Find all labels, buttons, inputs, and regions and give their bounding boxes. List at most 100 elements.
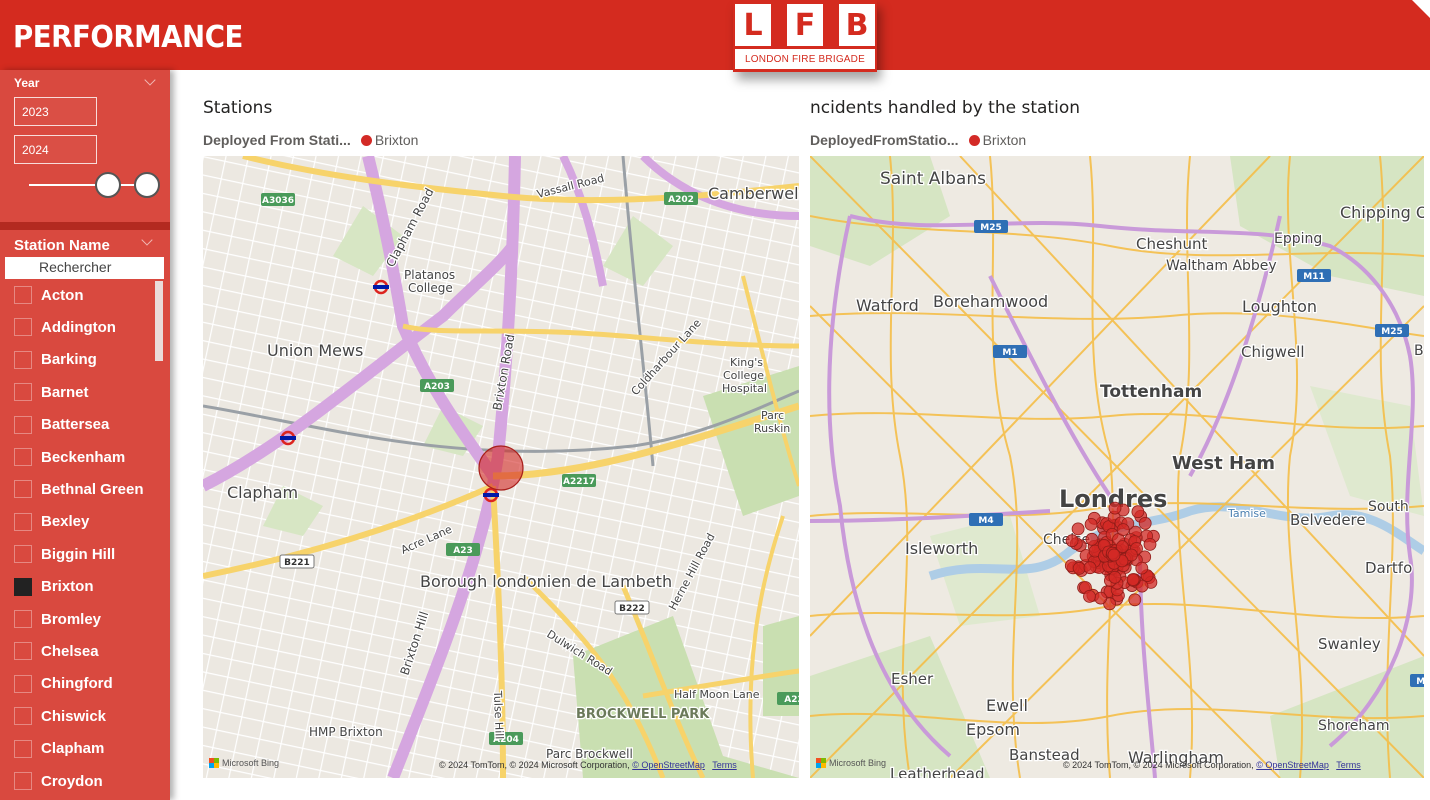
map-label-watford: Watford — [856, 296, 919, 315]
year-from-input[interactable]: 2023 — [14, 97, 97, 126]
station-item[interactable]: Chingford — [14, 673, 113, 695]
road-shield-label: M25 — [1381, 327, 1402, 337]
checkbox-icon[interactable] — [14, 448, 32, 466]
incidents-legend: DeployedFromStatio... Brixton — [810, 132, 1026, 148]
incident-marker[interactable] — [1084, 517, 1098, 531]
year-slider-track[interactable] — [29, 184, 149, 186]
station-slicer-label: Station Name — [14, 237, 110, 254]
road-shield-label: M1 — [1002, 348, 1017, 358]
station-item-label: Chiswick — [41, 707, 107, 725]
chevron-down-icon[interactable] — [144, 74, 156, 86]
incident-marker[interactable] — [1071, 522, 1085, 536]
road-shield-label: A203 — [424, 382, 450, 392]
year-to-input[interactable]: 2024 — [14, 135, 97, 164]
terms-link[interactable]: Terms — [1336, 760, 1361, 770]
station-search-input[interactable]: Rechercher — [5, 257, 164, 279]
map-label-union-mews: Union Mews — [267, 341, 363, 360]
incident-marker[interactable] — [1085, 532, 1099, 546]
checkbox-icon[interactable] — [14, 512, 32, 531]
checkbox-icon[interactable] — [14, 610, 32, 628]
station-item-label: Croydon — [41, 772, 103, 790]
station-item-label: Chelsea — [41, 642, 99, 660]
map-label-epsom: Epsom — [966, 720, 1020, 739]
terms-link[interactable]: Terms — [712, 760, 737, 770]
map-label-college: College — [408, 281, 453, 295]
incident-marker[interactable] — [1107, 548, 1121, 562]
station-item[interactable]: Clapham — [14, 738, 104, 760]
incident-marker[interactable] — [1116, 523, 1130, 537]
incident-marker[interactable] — [1083, 561, 1097, 575]
stations-legend-title: Deployed From Stati... — [203, 132, 351, 148]
station-item[interactable]: Bromley — [14, 608, 101, 630]
station-item[interactable]: Brixton — [14, 576, 94, 598]
station-item[interactable]: Battersea — [14, 414, 109, 436]
road-shield-b222: B222 — [614, 600, 650, 615]
checkbox-icon[interactable] — [14, 545, 32, 564]
osm-link[interactable]: © OpenStreetMap — [1256, 760, 1329, 770]
station-item[interactable]: Addington — [14, 316, 116, 338]
checkbox-icon[interactable] — [14, 286, 32, 304]
checkbox-icon[interactable] — [14, 772, 32, 790]
checkbox-icon[interactable] — [14, 318, 32, 337]
checkbox-icon[interactable] — [14, 383, 32, 402]
checkbox-checked-icon[interactable] — [14, 577, 32, 596]
map-label-kings1: King's — [730, 356, 763, 369]
road-shield-label: A202 — [668, 195, 694, 205]
station-item[interactable]: Barnet — [14, 381, 89, 403]
station-list-scrollbar[interactable] — [155, 281, 163, 361]
year-slider-thumb-from[interactable] — [95, 172, 121, 198]
road-shield-label: A2217 — [563, 477, 595, 487]
road-shield-label: B222 — [619, 604, 645, 614]
header-bar: PERFORMANCE L F B LONDON FIRE BRIGADE — [0, 0, 1430, 72]
checkbox-icon[interactable] — [14, 415, 32, 434]
incident-marker[interactable] — [1108, 570, 1122, 584]
map-label-chigwell: Chigwell — [1241, 343, 1305, 361]
station-item[interactable]: Chelsea — [14, 640, 99, 662]
logo-subtitle: LONDON FIRE BRIGADE — [745, 54, 865, 65]
map-label-camberwell: Camberwell — [708, 184, 799, 203]
attribution-text: © 2024 TomTom, © 2024 Microsoft Corporat… — [1063, 760, 1254, 770]
year-slider-thumb-to[interactable] — [134, 172, 160, 198]
lfb-logo: L F B LONDON FIRE BRIGADE — [733, 0, 877, 72]
map-label-brockwell: BROCKWELL PARK — [576, 707, 710, 722]
checkbox-icon[interactable] — [14, 739, 32, 758]
osm-link[interactable]: © OpenStreetMap — [632, 760, 705, 770]
station-item[interactable]: Bethnal Green — [14, 478, 144, 500]
stations-map[interactable]: A3036A202A203A2217A23A204A22B221B222 Cam… — [203, 156, 799, 778]
station-item[interactable]: Chiswick — [14, 705, 106, 727]
brixton-station-marker[interactable] — [478, 445, 524, 491]
road-shield-label: M4 — [978, 516, 993, 526]
station-item[interactable]: Barking — [14, 349, 97, 371]
incident-marker[interactable] — [1138, 516, 1152, 530]
road-shield-a203: A203 — [420, 379, 454, 392]
incident-marker[interactable] — [1083, 589, 1096, 603]
map-attribution: © 2024 TomTom, © 2024 Microsoft Corporat… — [1063, 760, 1361, 770]
incident-marker[interactable] — [1065, 534, 1079, 548]
station-item[interactable]: Bexley — [14, 511, 89, 533]
checkbox-icon[interactable] — [14, 642, 32, 661]
map-label-parc2: Ruskin — [754, 422, 790, 435]
station-item[interactable]: Acton — [14, 284, 84, 306]
map-label-waltham: Waltham Abbey — [1166, 258, 1277, 274]
incident-marker[interactable] — [1094, 591, 1108, 605]
station-item[interactable]: Croydon — [14, 770, 103, 792]
incident-marker[interactable] — [1135, 561, 1149, 575]
incident-marker[interactable] — [1128, 593, 1142, 607]
incident-marker[interactable] — [1126, 573, 1140, 586]
incidents-map[interactable]: M25 M11 M25 M1 M4 M25 Saint Albans Chipping O C… — [810, 156, 1424, 778]
station-item[interactable]: Biggin Hill — [14, 543, 115, 565]
map-label-leatherhead: Leatherhead — [890, 765, 984, 778]
chevron-down-icon[interactable] — [141, 234, 153, 246]
road-shield-a2217: A2217 — [562, 474, 596, 487]
map-label-hmp: HMP Brixton — [309, 725, 383, 739]
incident-marker[interactable] — [1108, 501, 1122, 515]
incident-marker[interactable] — [1143, 537, 1157, 551]
microsoft-logo-icon — [209, 758, 219, 768]
checkbox-icon[interactable] — [14, 480, 32, 499]
station-item[interactable]: Beckenham — [14, 446, 125, 468]
incident-marker[interactable] — [1072, 561, 1086, 575]
incident-marker[interactable] — [1131, 505, 1145, 519]
checkbox-icon[interactable] — [14, 707, 32, 726]
checkbox-icon[interactable] — [14, 350, 32, 369]
checkbox-icon[interactable] — [14, 674, 32, 693]
